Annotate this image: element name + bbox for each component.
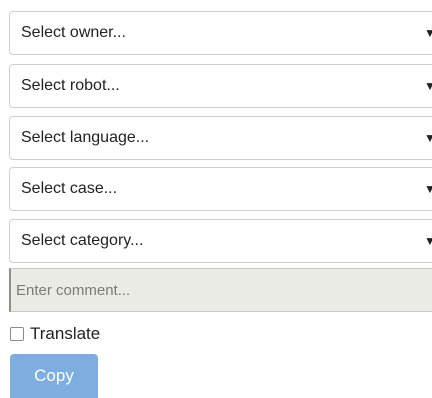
chevron-down-icon: ▼ <box>424 234 432 248</box>
category-select-label: Select category... <box>21 232 144 249</box>
robot-select-label: Select robot... <box>21 77 120 94</box>
chevron-down-icon: ▼ <box>424 131 432 145</box>
translate-checkbox[interactable] <box>10 327 24 341</box>
chevron-down-icon: ▼ <box>424 79 432 93</box>
owner-select-label: Select owner... <box>21 24 126 41</box>
case-select[interactable]: Select case... ▼ <box>9 167 432 211</box>
robot-select[interactable]: Select robot... ▼ <box>9 64 432 108</box>
language-select-label: Select language... <box>21 129 150 146</box>
category-select[interactable]: Select category... ▼ <box>9 219 432 263</box>
copy-form: Select owner... ▼ Select robot... ▼ Sele… <box>0 0 432 398</box>
chevron-down-icon: ▼ <box>424 182 432 196</box>
translate-label[interactable]: Translate <box>30 324 100 344</box>
comment-input[interactable] <box>9 268 432 312</box>
chevron-down-icon: ▼ <box>424 26 432 40</box>
language-select[interactable]: Select language... ▼ <box>9 116 432 160</box>
translate-option: Translate <box>10 322 100 346</box>
copy-button[interactable]: Copy <box>10 354 98 398</box>
owner-select[interactable]: Select owner... ▼ <box>9 11 432 55</box>
case-select-label: Select case... <box>21 180 118 197</box>
